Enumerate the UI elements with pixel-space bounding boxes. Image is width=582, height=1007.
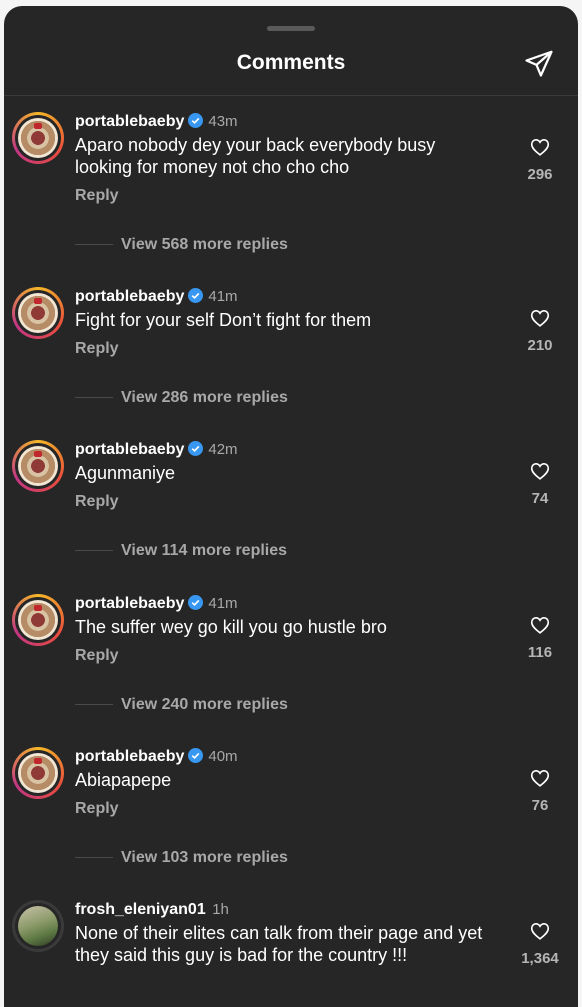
comment-username[interactable]: portablebaeby: [75, 113, 184, 130]
verified-badge-icon: [188, 113, 204, 128]
comment-username[interactable]: portablebaeby: [75, 441, 184, 458]
like-count: 76: [531, 797, 549, 814]
heart-icon[interactable]: [529, 307, 551, 329]
view-more-replies[interactable]: View 568 more replies: [75, 236, 288, 254]
like-button[interactable]: 76: [516, 767, 564, 814]
reply-button[interactable]: Reply: [75, 493, 483, 511]
verified-badge-icon: [188, 595, 204, 610]
heart-icon[interactable]: [529, 920, 551, 942]
avatar[interactable]: [12, 287, 64, 339]
heart-icon[interactable]: [529, 614, 551, 636]
like-button[interactable]: 210: [516, 307, 564, 354]
like-button[interactable]: 74: [516, 460, 564, 507]
comment-time: 43m: [208, 113, 238, 130]
view-more-replies[interactable]: View 114 more replies: [75, 542, 287, 560]
comment-time: 40m: [208, 748, 238, 765]
like-count: 296: [527, 166, 553, 183]
comment-text: Agunmaniye: [75, 463, 176, 483]
like-count: 74: [531, 490, 549, 507]
drag-handle[interactable]: [267, 26, 315, 31]
comments-sheet: Comments portablebaeby 43m Aparo nobody d…: [4, 6, 578, 1007]
comment-text: Aparo nobody dey your back everybody bus…: [75, 135, 436, 177]
like-button[interactable]: 296: [516, 136, 564, 183]
reply-button[interactable]: Reply: [75, 187, 483, 205]
heart-icon[interactable]: [529, 460, 551, 482]
avatar[interactable]: [12, 900, 64, 952]
heart-icon[interactable]: [529, 136, 551, 158]
verified-badge-icon: [188, 441, 204, 456]
avatar[interactable]: [12, 747, 64, 799]
avatar[interactable]: [12, 440, 64, 492]
avatar[interactable]: [12, 594, 64, 646]
comment-username[interactable]: portablebaeby: [75, 748, 184, 765]
reply-button[interactable]: Reply: [75, 647, 483, 665]
like-count: 210: [527, 337, 553, 354]
like-count: 1,364: [521, 950, 559, 967]
comment-time: 1h: [212, 901, 229, 918]
heart-icon[interactable]: [529, 767, 551, 789]
view-more-replies[interactable]: View 286 more replies: [75, 389, 288, 407]
comment-text: Fight for your self Don’t fight for them: [75, 310, 372, 330]
header-divider: [4, 95, 578, 96]
comment-time: 42m: [208, 441, 238, 458]
comment-time: 41m: [208, 595, 238, 612]
view-more-replies[interactable]: View 240 more replies: [75, 696, 288, 714]
verified-badge-icon: [188, 748, 204, 763]
like-button[interactable]: 116: [516, 614, 564, 661]
avatar[interactable]: [12, 112, 64, 164]
reply-button[interactable]: Reply: [75, 800, 483, 818]
comment-text: The suffer wey go kill you go hustle bro: [75, 617, 387, 637]
comment-text: None of their elites can talk from their…: [75, 923, 483, 965]
verified-badge-icon: [188, 288, 204, 303]
comment-username[interactable]: portablebaeby: [75, 595, 184, 612]
view-more-replies[interactable]: View 103 more replies: [75, 849, 288, 867]
paper-plane-icon[interactable]: [524, 48, 554, 78]
comment-text: Abiapapepe: [75, 770, 172, 790]
page-title: Comments: [236, 51, 346, 74]
comment-username[interactable]: frosh_eleniyan01: [75, 901, 206, 918]
comment-username[interactable]: portablebaeby: [75, 288, 184, 305]
reply-button[interactable]: Reply: [75, 340, 483, 358]
like-button[interactable]: 1,364: [516, 920, 564, 967]
comment-time: 41m: [208, 288, 238, 305]
like-count: 116: [527, 644, 553, 661]
